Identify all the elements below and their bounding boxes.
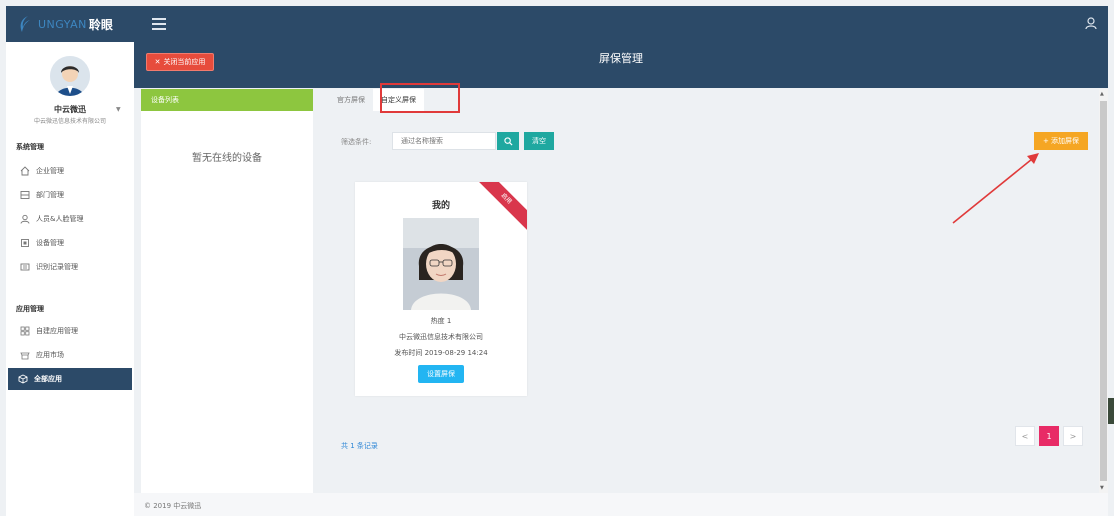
pagination: < 1 >	[1015, 426, 1083, 446]
page-title: 屏保管理	[599, 52, 643, 65]
brand-english: UNGYAN	[38, 17, 87, 31]
sidebar: 中云微迅 ▼ 中云微迅信息技术有限公司 系统管理 企业管理 部门管理 人员&人脸…	[6, 42, 134, 516]
tab-highlight-box	[380, 83, 460, 113]
card-publish-time: 发布时间 2019-08-29 14:24	[394, 349, 488, 357]
search-icon	[503, 136, 513, 146]
person-icon	[20, 214, 30, 224]
search-input[interactable]	[392, 132, 496, 150]
annotation-arrow-icon	[952, 153, 1039, 224]
store-icon	[20, 352, 30, 360]
department-icon	[20, 191, 30, 199]
user-icon[interactable]	[1084, 16, 1098, 30]
cube-icon	[18, 374, 28, 384]
device-list-panel: 设备列表 暂无在线的设备	[141, 89, 313, 493]
caret-down-icon[interactable]: ▼	[116, 106, 121, 113]
sidebar-item-custom-apps[interactable]: 自建应用管理	[10, 320, 132, 342]
sidebar-item-enterprise[interactable]: 企业管理	[10, 160, 132, 182]
footer: © 2019 中云微迅	[134, 493, 1108, 516]
card-company: 中云微迅信息技术有限公司	[399, 333, 483, 341]
copyright-text: © 2019 中云微迅	[144, 502, 202, 510]
sidebar-item-label: 部门管理	[36, 191, 64, 199]
grid-icon	[20, 326, 30, 336]
vertical-scrollbar[interactable]: ▲ ▼	[1099, 89, 1108, 493]
avatar[interactable]	[50, 56, 90, 96]
pagination-page-1[interactable]: 1	[1039, 426, 1059, 446]
pagination-prev-button[interactable]: <	[1015, 426, 1035, 446]
page-header: ✕ 关闭当前应用 屏保管理	[134, 42, 1108, 88]
sidebar-item-person-face[interactable]: 人员&人脸管理	[10, 208, 132, 230]
leaf-logo-icon	[20, 16, 30, 32]
scrollbar-thumb[interactable]	[1100, 101, 1107, 481]
record-count: 共 1 条记录	[341, 442, 378, 450]
menu-toggle-icon[interactable]	[152, 18, 166, 30]
tab-official-screensaver[interactable]: 官方屏保	[329, 89, 373, 111]
device-list-title: 设备列表	[141, 89, 313, 111]
card-heat: 热度 1	[430, 317, 452, 325]
section-system-title: 系统管理	[16, 143, 44, 151]
side-floating-widget[interactable]	[1108, 398, 1114, 424]
section-app-title: 应用管理	[16, 305, 44, 313]
sidebar-item-label: 企业管理	[36, 167, 64, 175]
brand-logo[interactable]: UNGYAN 聆眼	[6, 6, 140, 42]
sidebar-item-device[interactable]: 设备管理	[10, 232, 132, 254]
sidebar-item-label: 人员&人脸管理	[36, 215, 84, 223]
clear-button[interactable]: 清空	[524, 132, 554, 150]
scroll-up-icon[interactable]: ▲	[1100, 91, 1104, 97]
filter-label: 筛选条件:	[341, 138, 372, 146]
scroll-down-icon[interactable]: ▼	[1100, 485, 1104, 491]
top-navbar: UNGYAN 聆眼	[6, 6, 1108, 42]
sidebar-item-label: 识别记录管理	[36, 263, 78, 271]
org-name: 中云微迅	[54, 105, 86, 114]
pagination-next-button[interactable]: >	[1063, 426, 1083, 446]
sidebar-item-label: 自建应用管理	[36, 327, 78, 335]
sidebar-item-all-apps[interactable]: 全部应用	[8, 368, 132, 390]
screensaver-main: 官方屏保 自定义屏保 筛选条件: 清空 + 添加屏保 启用 我的	[321, 83, 1099, 493]
sidebar-item-app-market[interactable]: 应用市场	[10, 344, 132, 366]
portrait-image-icon	[403, 218, 479, 310]
sidebar-item-label: 应用市场	[36, 351, 64, 359]
record-icon	[20, 263, 30, 271]
sidebar-item-label: 全部应用	[34, 375, 62, 383]
avatar-image-icon	[50, 56, 90, 96]
screensaver-photo[interactable]	[403, 218, 479, 310]
sidebar-item-label: 设备管理	[36, 239, 64, 247]
org-full-name: 中云微迅信息技术有限公司	[33, 118, 106, 125]
brand-chinese: 聆眼	[88, 17, 113, 32]
device-empty-text: 暂无在线的设备	[192, 153, 262, 164]
screensaver-card: 启用 我的 热度 1 中云微迅信息技术有限公司 发布时间 2019-08-29 …	[355, 182, 527, 396]
sidebar-item-department[interactable]: 部门管理	[10, 184, 132, 206]
search-button[interactable]	[497, 132, 519, 150]
set-screensaver-button[interactable]: 设置屏保	[418, 365, 464, 383]
home-icon	[20, 166, 30, 176]
device-icon	[21, 239, 29, 247]
sidebar-item-recognition-record[interactable]: 识别记录管理	[10, 256, 132, 278]
card-title: 我的	[431, 201, 450, 211]
